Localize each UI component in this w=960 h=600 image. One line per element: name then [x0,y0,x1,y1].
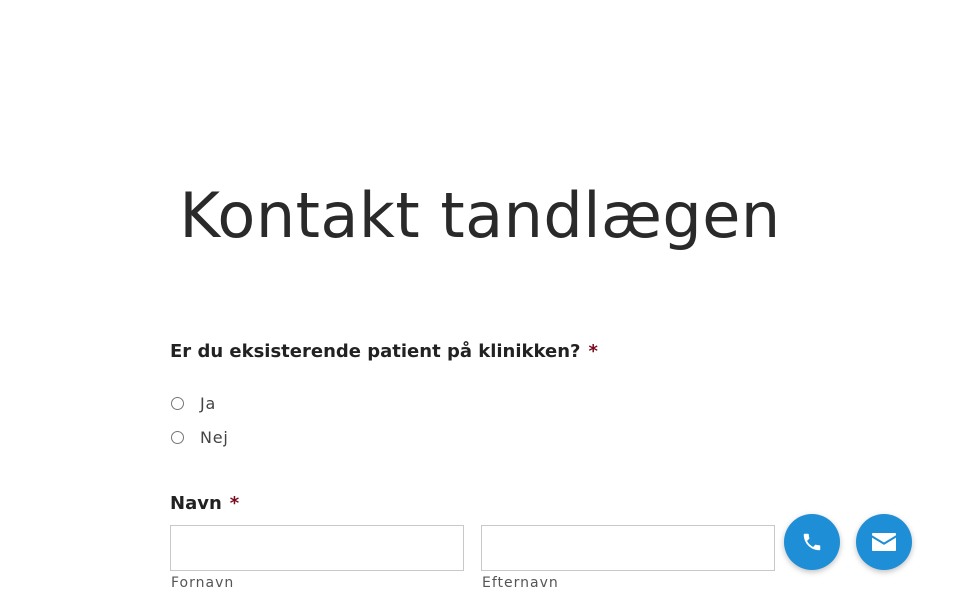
first-name-sublabel: Fornavn [171,575,235,591]
last-name-field: Efternavn [481,525,775,591]
envelope-icon [871,532,897,552]
page-title: Kontakt tandlægen [179,179,781,252]
radio-option-nej[interactable]: Nej [170,420,780,454]
first-name-input[interactable] [170,525,464,571]
patient-question-group: Er du eksisterende patient på klinikken?… [170,340,780,454]
last-name-sublabel: Efternavn [482,575,559,591]
radio-label-ja[interactable]: Ja [200,394,216,413]
radio-button-nej[interactable] [171,430,184,444]
first-name-field: Fornavn [170,525,464,591]
radio-button-ja[interactable] [171,396,184,410]
last-name-input[interactable] [481,525,775,571]
name-label-text: Navn [170,493,222,514]
patient-question-label: Er du eksisterende patient på klinikken?… [170,340,780,364]
name-group: Navn * Fornavn Efternavn [170,492,780,591]
radio-label-nej[interactable]: Nej [200,428,229,447]
radio-option-ja[interactable]: Ja [170,386,780,420]
patient-question-text: Er du eksisterende patient på klinikken? [170,341,581,362]
phone-icon [801,531,823,553]
patient-radio-list: Ja Nej [170,386,780,454]
email-button[interactable] [856,514,912,570]
contact-form: Er du eksisterende patient på klinikken?… [170,340,780,591]
required-mark: * [588,341,598,362]
name-label: Navn * [170,492,780,516]
required-mark: * [229,493,240,514]
page: Kontakt tandlægen Er du eksisterende pat… [0,0,960,600]
call-button[interactable] [784,514,840,570]
name-fields: Fornavn Efternavn [170,525,780,591]
